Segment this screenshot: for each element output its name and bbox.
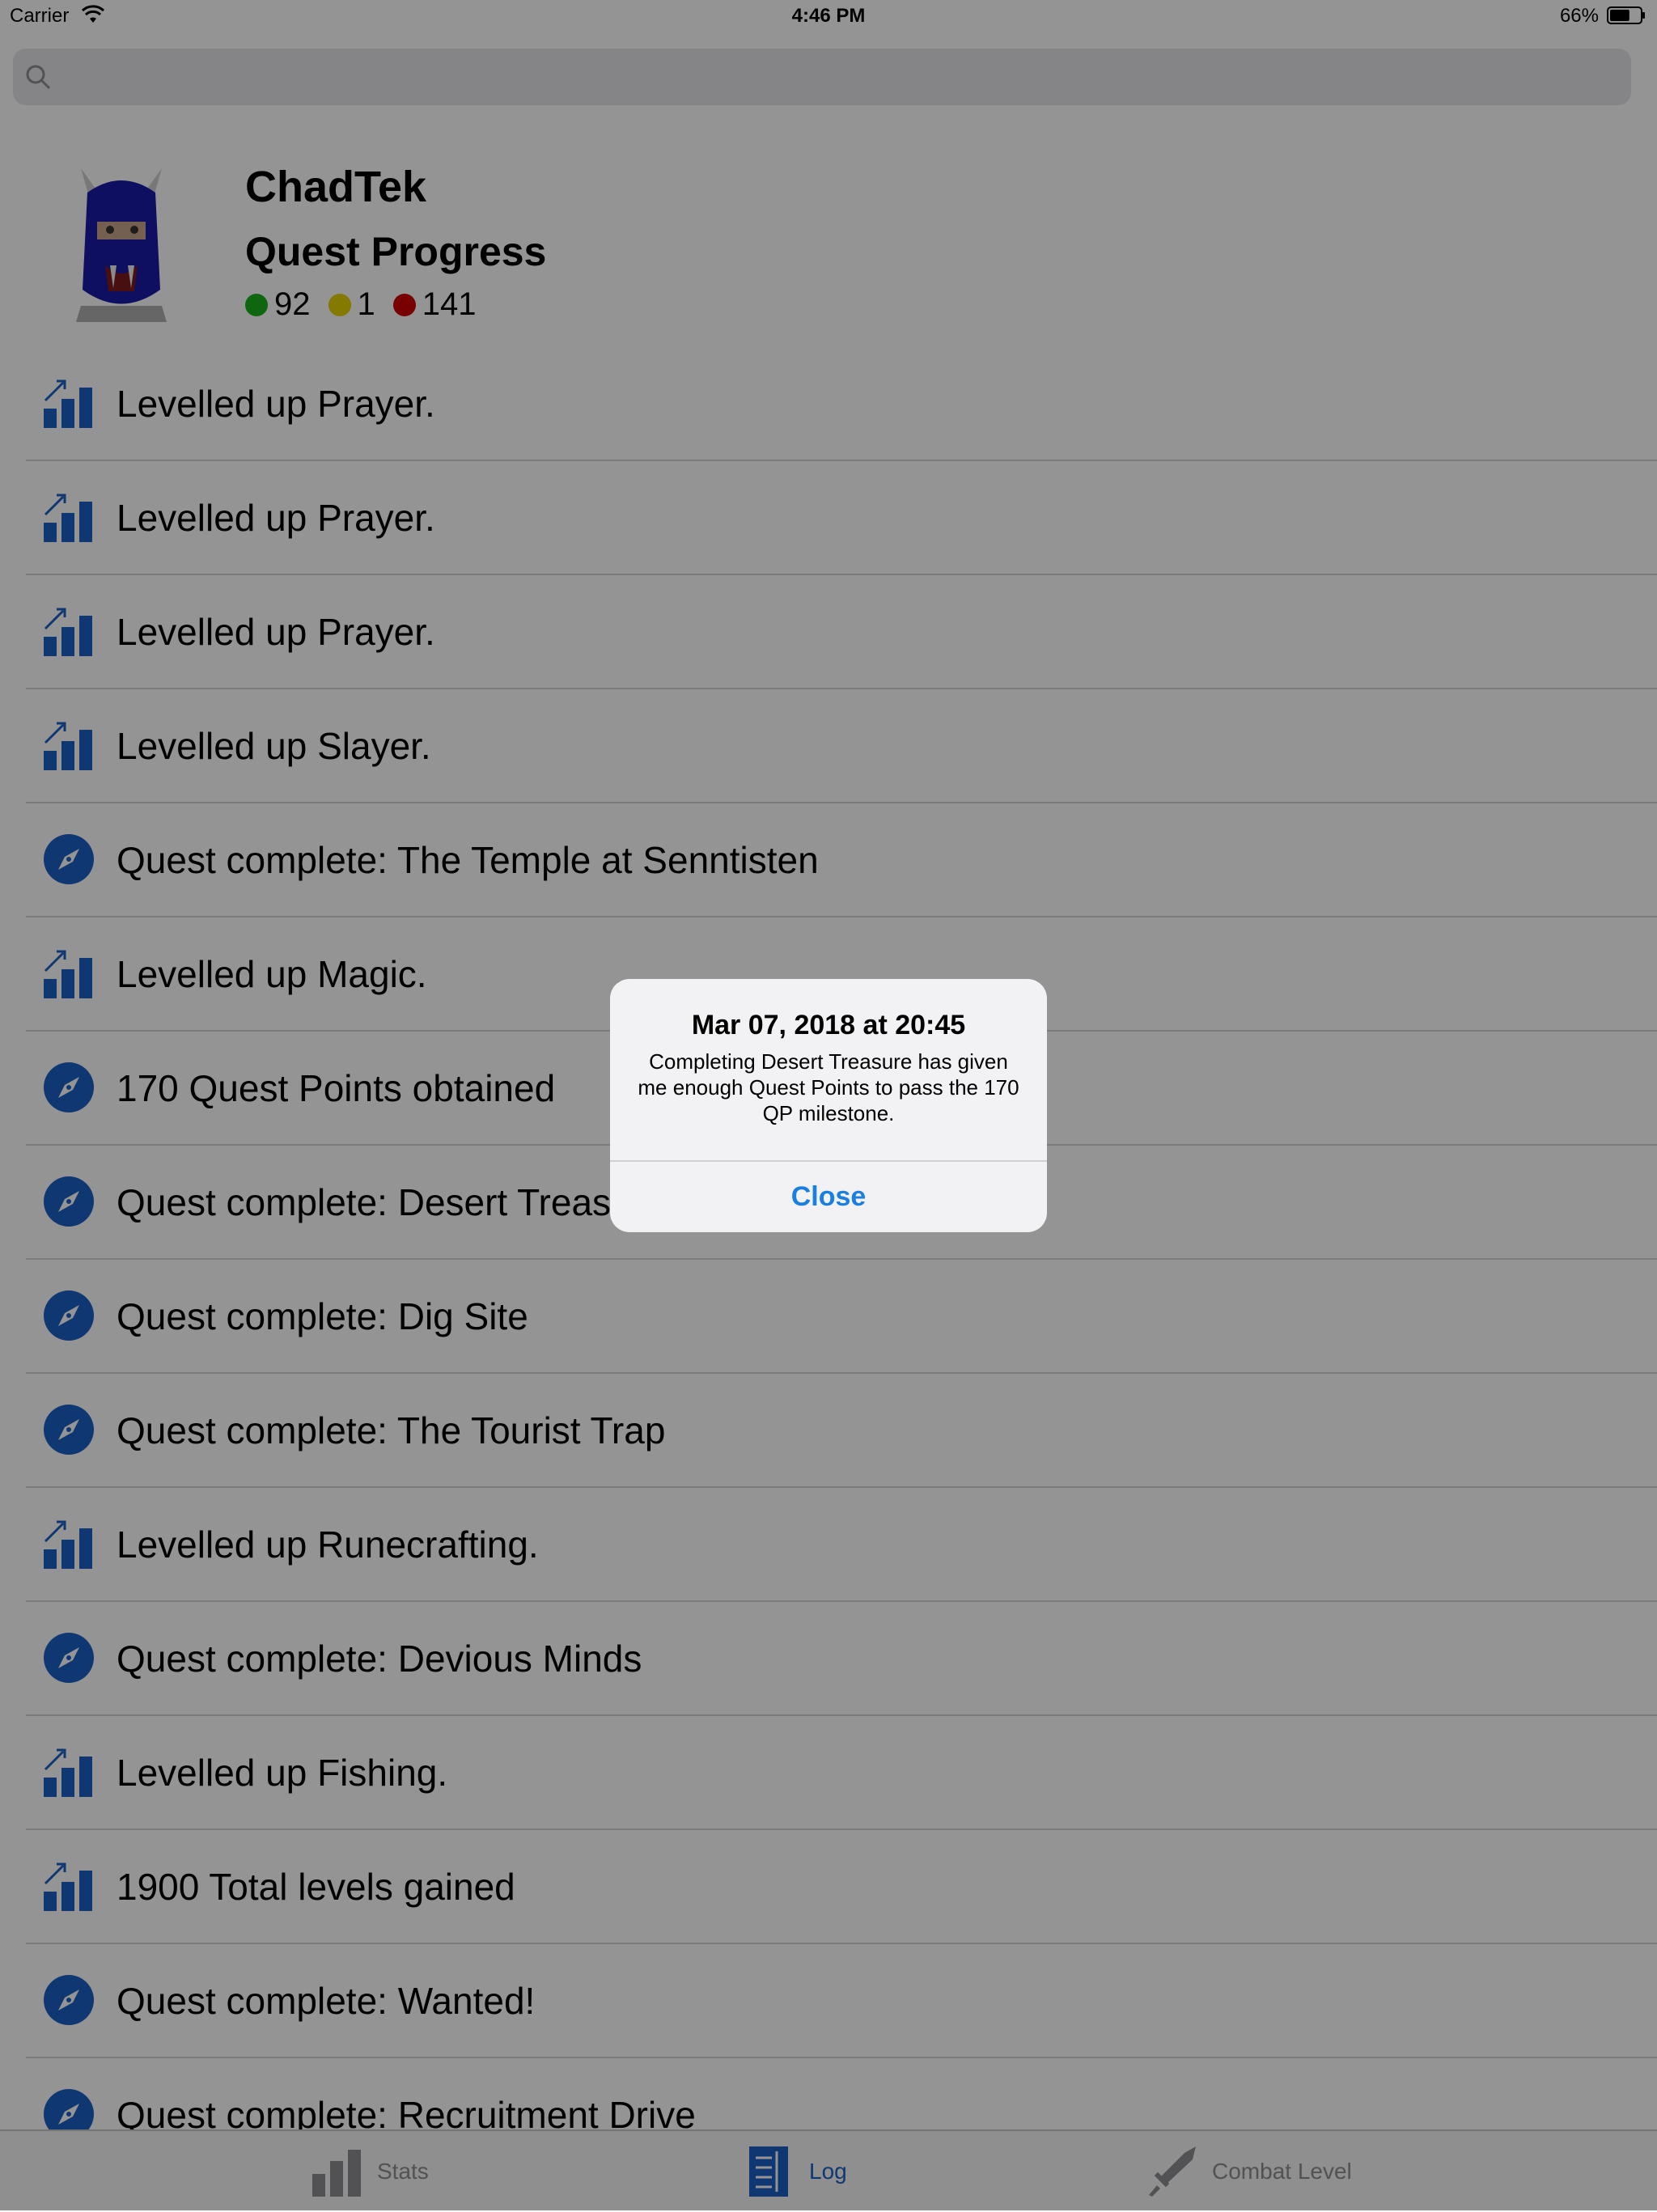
event-detail-alert: Mar 07, 2018 at 20:45 Completing Desert … — [610, 979, 1047, 1232]
alert-title: Mar 07, 2018 at 20:45 — [691, 1010, 966, 1040]
alert-message: Completing Desert Treasure has given me … — [638, 1049, 1019, 1125]
close-button[interactable]: Close — [610, 1162, 1047, 1232]
